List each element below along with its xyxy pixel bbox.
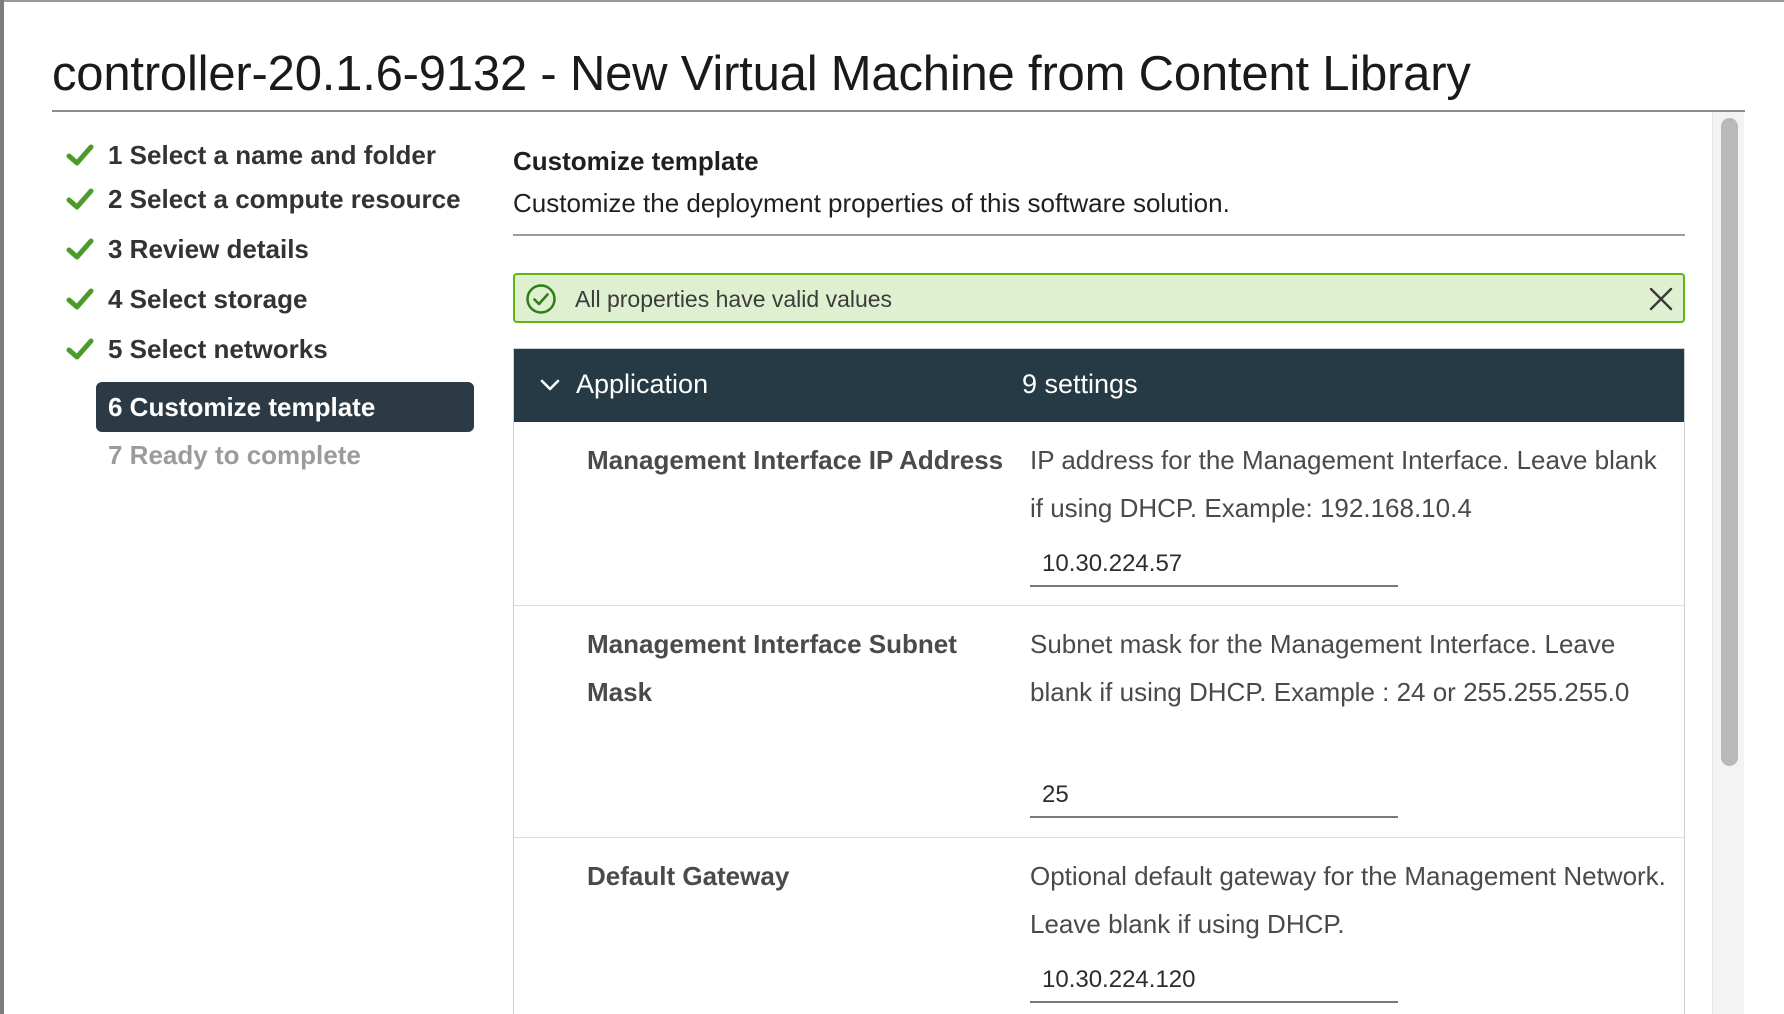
checkmark-icon <box>66 188 94 210</box>
step-label: 4 Select storage <box>108 283 308 314</box>
property-name: Management Interface IP Address <box>587 445 1004 475</box>
section-description: Customize the deployment properties of t… <box>513 188 1230 218</box>
group-header-application[interactable]: Application 9 settings <box>514 349 1684 422</box>
step-select-storage[interactable]: 4 Select storage <box>60 274 480 324</box>
step-label: 2 Select a compute resource <box>108 183 461 214</box>
group-settings-count: 9 settings <box>1022 369 1138 399</box>
content-divider <box>513 234 1685 236</box>
property-description: IP address for the Management Interface.… <box>1030 445 1657 523</box>
property-name: Management Interface Subnet Mask <box>587 629 957 707</box>
step-label: 3 Review details <box>108 233 309 264</box>
property-description: Optional default gateway for the Managem… <box>1030 861 1666 939</box>
title-divider <box>52 110 1745 112</box>
step-label: 5 Select networks <box>108 333 328 364</box>
dialog-title: controller-20.1.6-9132 - New Virtual Mac… <box>52 47 1471 101</box>
checkmark-icon <box>66 144 94 166</box>
step-select-name-folder[interactable]: 1 Select a name and folder <box>60 130 480 180</box>
check-circle-icon <box>526 284 556 314</box>
checkmark-icon <box>66 288 94 310</box>
step-ready-to-complete: 7 Ready to complete <box>60 430 480 480</box>
step-label: 1 Select a name and folder <box>108 139 437 170</box>
checkmark-icon <box>66 338 94 360</box>
step-label: 6 Customize template <box>108 391 376 422</box>
table-row: Management Interface Subnet Mask Subnet … <box>514 606 1684 838</box>
group-name: Application <box>576 369 709 399</box>
table-row: Management Interface IP Address IP addre… <box>514 422 1684 606</box>
window-top-border <box>0 0 1784 2</box>
alert-message: All properties have valid values <box>575 286 893 312</box>
checkmark-icon <box>66 238 94 260</box>
chevron-down-icon[interactable] <box>538 373 562 397</box>
dialog-window: controller-20.1.6-9132 - New Virtual Mac… <box>0 0 1784 1014</box>
scrollbar-thumb[interactable] <box>1721 118 1738 766</box>
management-ip-input[interactable] <box>1030 543 1398 587</box>
default-gateway-input[interactable] <box>1030 959 1398 1003</box>
window-left-border <box>0 0 4 1014</box>
step-customize-template[interactable]: 6 Customize template <box>96 382 474 432</box>
properties-table: Application 9 settings Management Interf… <box>513 348 1685 1014</box>
validation-alert: All properties have valid values <box>513 273 1685 323</box>
step-review-details[interactable]: 3 Review details <box>60 224 480 274</box>
property-description: Subnet mask for the Management Interface… <box>1030 629 1630 707</box>
step-select-networks[interactable]: 5 Select networks <box>60 324 480 374</box>
close-icon[interactable] <box>1647 285 1675 313</box>
table-row: Default Gateway Optional default gateway… <box>514 838 1684 1014</box>
section-heading: Customize template <box>513 146 759 176</box>
step-select-compute-resource[interactable]: 2 Select a compute resource <box>60 174 480 224</box>
step-label: 7 Ready to complete <box>108 439 361 470</box>
subnet-mask-input[interactable] <box>1030 774 1398 818</box>
property-name: Default Gateway <box>587 861 790 891</box>
